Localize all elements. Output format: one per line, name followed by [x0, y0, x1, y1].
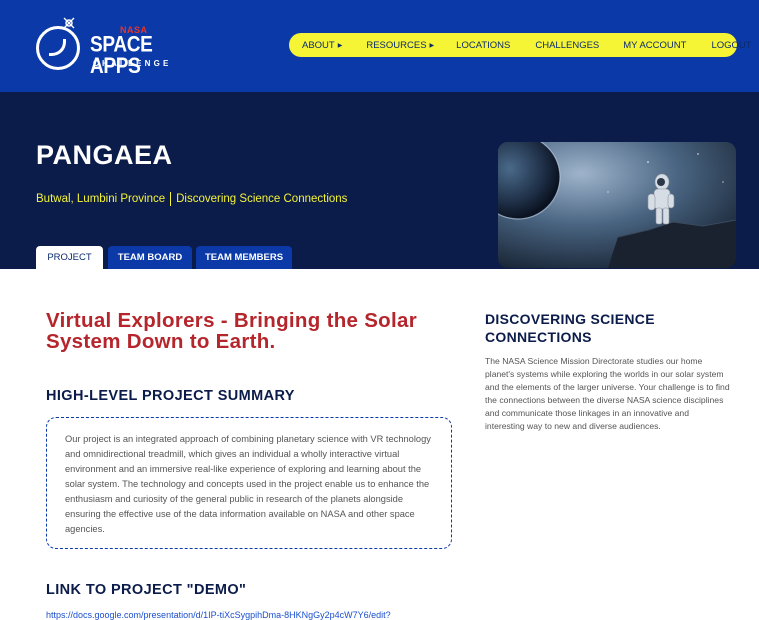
team-challenge-link[interactable]: Discovering Science Connections — [176, 193, 347, 205]
site-header: NASA SPACE APPS CHALLENGE ABOUT ▶ RESOUR… — [0, 0, 759, 92]
nav-item-challenges[interactable]: CHALLENGES — [535, 40, 599, 51]
nav-item-logout[interactable]: LOGOUT — [711, 40, 751, 51]
tab-team-members[interactable]: TEAM MEMBERS — [196, 246, 292, 269]
nav-item-label: ABOUT — [302, 39, 335, 51]
nav-item-about[interactable]: ABOUT ▶ — [302, 40, 342, 51]
team-hero: PANGAEA Butwal, Lumbini Province Discove… — [0, 92, 759, 269]
main-nav: ABOUT ▶ RESOURCES ▶ LOCATIONS CHALLENGES… — [289, 33, 752, 57]
team-location: Butwal, Lumbini Province — [36, 193, 166, 205]
nav-item-my-account[interactable]: MY ACCOUNT — [623, 40, 686, 51]
summary-text: Our project is an integrated approach of… — [65, 434, 431, 534]
logo-subtitle: CHALLENGE — [93, 59, 172, 68]
team-name: PANGAEA — [36, 140, 173, 170]
caret-right-icon: ▶ — [429, 42, 435, 49]
demo-heading: LINK TO PROJECT "DEMO" — [46, 582, 247, 598]
challenge-heading: DISCOVERING SCIENCE CONNECTIONS — [485, 311, 655, 345]
logo-ring-icon — [36, 26, 80, 70]
satellite-icon — [62, 16, 76, 30]
nav-item-resources[interactable]: RESOURCES ▶ — [366, 40, 434, 51]
tab-project[interactable]: PROJECT — [36, 246, 103, 269]
team-meta: Butwal, Lumbini Province Discovering Sci… — [36, 192, 347, 206]
hero-image — [498, 142, 736, 268]
nav-item-label: RESOURCES — [366, 39, 427, 51]
space-apps-logo[interactable]: NASA SPACE APPS CHALLENGE — [34, 14, 184, 79]
summary-box: Our project is an integrated approach of… — [46, 417, 452, 549]
caret-right-icon: ▶ — [337, 42, 343, 49]
demo-link[interactable]: https://docs.google.com/presentation/d/1… — [46, 610, 391, 620]
tab-team-board[interactable]: TEAM BOARD — [108, 246, 192, 269]
summary-heading: HIGH-LEVEL PROJECT SUMMARY — [46, 388, 295, 404]
meta-divider — [170, 192, 172, 206]
nav-item-locations[interactable]: LOCATIONS — [456, 40, 510, 51]
logo-title: SPACE APPS — [90, 32, 153, 79]
challenge-description: The NASA Science Mission Directorate stu… — [485, 356, 730, 431]
project-title: Virtual Explorers - Bringing the Solar S… — [46, 309, 417, 353]
